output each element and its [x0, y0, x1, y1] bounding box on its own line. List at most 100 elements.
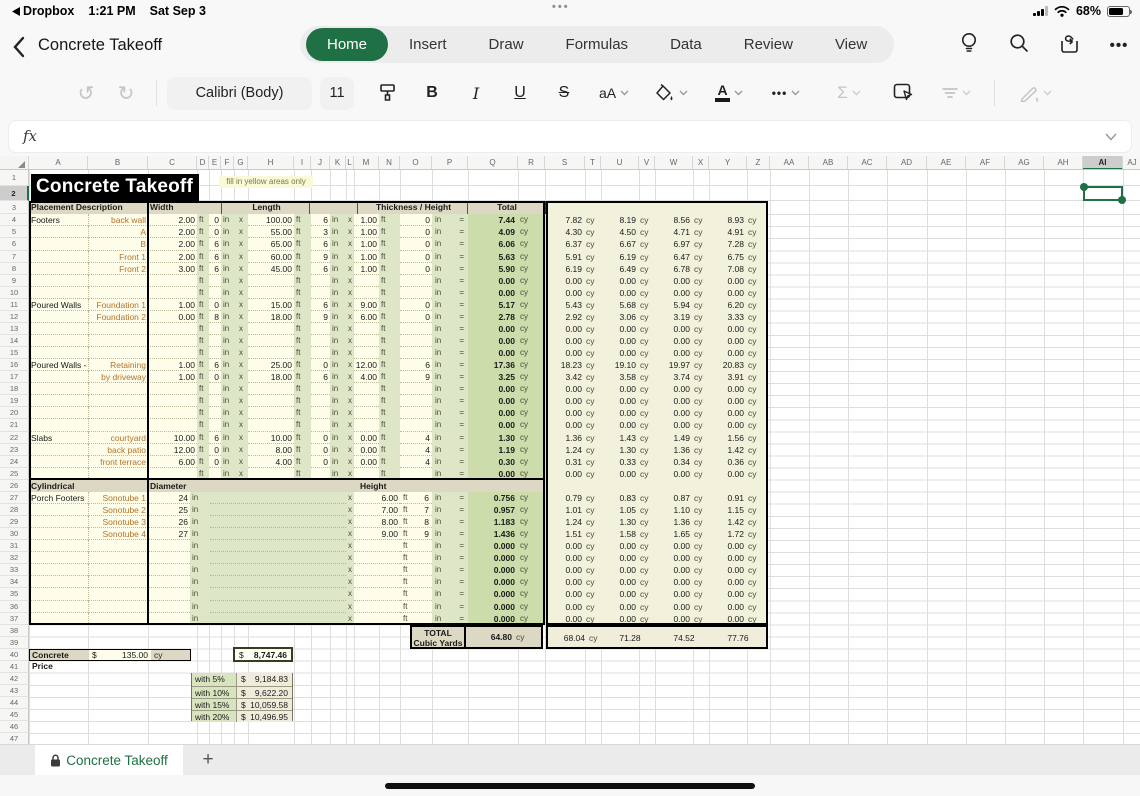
- thickness-in-cell[interactable]: 0: [400, 251, 432, 263]
- cell[interactable]: ft: [294, 263, 311, 275]
- width-ft-cell[interactable]: 2.00: [148, 226, 197, 238]
- length-in-cell[interactable]: 6: [311, 214, 330, 226]
- cell[interactable]: ft: [294, 371, 311, 383]
- total-cell[interactable]: 1.19: [468, 444, 518, 456]
- total-cell[interactable]: 1.30: [468, 432, 518, 444]
- unit-cell[interactable]: cy: [747, 504, 770, 516]
- table-header-cell[interactable]: Cylindrical: [31, 480, 74, 492]
- cell[interactable]: in=: [432, 371, 468, 383]
- row-header-24[interactable]: 24: [0, 456, 29, 468]
- cell[interactable]: ft: [379, 371, 400, 383]
- width-in-cell[interactable]: [209, 395, 221, 407]
- row-header-2[interactable]: 2: [0, 186, 29, 201]
- cell[interactable]: x: [234, 275, 248, 287]
- unit-cell[interactable]: cy: [639, 275, 655, 287]
- price-result-box[interactable]: $8,747.46: [233, 647, 293, 662]
- unit-cell[interactable]: cy: [747, 613, 770, 625]
- with-value-cell[interactable]: 0.00: [709, 347, 747, 359]
- total-cell[interactable]: 5.90: [468, 263, 518, 275]
- sheet-row-21[interactable]: ftinxftinxftin=0.00cy: [29, 419, 545, 431]
- with-total-cell[interactable]: 68.04: [548, 633, 585, 643]
- with-values-row[interactable]: 7.82cy8.19cy8.56cy8.93cy: [545, 214, 770, 226]
- cell[interactable]: in=: [432, 287, 468, 299]
- label-cell[interactable]: back patio: [88, 444, 148, 456]
- with-values-row[interactable]: 1.24cy1.30cy1.36cy1.42cy: [545, 444, 770, 456]
- thickness-ft-cell[interactable]: 1.00: [354, 226, 379, 238]
- cell[interactable]: x: [346, 226, 354, 238]
- unit-cell[interactable]: cy: [747, 576, 770, 588]
- category-cell[interactable]: [29, 311, 88, 323]
- column-header-M[interactable]: M: [354, 156, 379, 170]
- with-value-cell[interactable]: 0.00: [601, 552, 639, 564]
- unit-cell[interactable]: cy: [747, 468, 770, 480]
- unit-cell[interactable]: cy: [585, 323, 601, 335]
- with-value-cell[interactable]: 0.00: [601, 287, 639, 299]
- unit-cell[interactable]: cy: [747, 456, 770, 468]
- category-cell[interactable]: [29, 419, 88, 431]
- unit-cell[interactable]: cy: [639, 576, 655, 588]
- cell[interactable]: in=: [432, 226, 468, 238]
- unit-cell[interactable]: cy: [585, 311, 601, 323]
- italic-button[interactable]: I: [454, 84, 498, 103]
- with-values-row[interactable]: 5.43cy5.68cy5.94cy6.20cy: [545, 299, 770, 311]
- cell[interactable]: in=: [432, 540, 468, 552]
- with-value-cell[interactable]: 0.00: [601, 347, 639, 359]
- empty-strip[interactable]: [210, 528, 346, 540]
- cell[interactable]: x: [234, 226, 248, 238]
- with-value-cell[interactable]: 1.01: [545, 504, 585, 516]
- length-in-cell[interactable]: [311, 287, 330, 299]
- thickness-in-cell[interactable]: 4: [400, 456, 432, 468]
- width-ft-cell[interactable]: [148, 347, 197, 359]
- with-value-cell[interactable]: 0.00: [655, 540, 693, 552]
- category-cell[interactable]: [29, 528, 88, 540]
- category-cell[interactable]: [29, 576, 88, 588]
- unit-cell[interactable]: cy: [693, 540, 709, 552]
- with-value-cell[interactable]: 5.43: [545, 299, 585, 311]
- sheet-row-36[interactable]: inxftin=0.000cy: [29, 601, 545, 613]
- cell[interactable]: in: [221, 311, 234, 323]
- cell[interactable]: ft: [379, 214, 400, 226]
- with-value-cell[interactable]: 0.87: [655, 492, 693, 504]
- label-cell[interactable]: courtyard: [88, 432, 148, 444]
- total-cell[interactable]: 4.09: [468, 226, 518, 238]
- cell[interactable]: x: [346, 238, 354, 250]
- tab-insert[interactable]: Insert: [388, 28, 468, 61]
- with-value-cell[interactable]: 6.20: [709, 299, 747, 311]
- cell[interactable]: ft: [379, 299, 400, 311]
- row-header-5[interactable]: 5: [0, 226, 29, 238]
- table-header-cell[interactable]: Thickness / Height: [358, 201, 468, 214]
- unit-cell[interactable]: cy: [639, 588, 655, 600]
- total-cell[interactable]: 0.000: [468, 576, 518, 588]
- cell[interactable]: ft: [197, 226, 209, 238]
- with-values-row[interactable]: 0.79cy0.83cy0.87cy0.91cy: [545, 492, 770, 504]
- with-value-cell[interactable]: 0.00: [601, 613, 639, 625]
- cell[interactable]: x: [346, 444, 354, 456]
- column-header-S[interactable]: S: [545, 156, 585, 170]
- thickness-ft-cell[interactable]: 9.00: [354, 299, 379, 311]
- cell[interactable]: x: [346, 383, 354, 395]
- column-header-P[interactable]: P: [432, 156, 468, 170]
- diameter-cell[interactable]: 27: [148, 528, 190, 540]
- with-value-cell[interactable]: 0.00: [601, 419, 639, 431]
- unit-cell[interactable]: cy: [585, 275, 601, 287]
- diameter-cell[interactable]: 24: [148, 492, 190, 504]
- width-in-cell[interactable]: 0: [209, 226, 221, 238]
- unit-cell[interactable]: cy: [747, 492, 770, 504]
- row-header-19[interactable]: 19: [0, 395, 29, 407]
- unit-cell[interactable]: cy: [585, 251, 601, 263]
- length-ft-cell[interactable]: [248, 395, 294, 407]
- unit-cell[interactable]: cy: [747, 395, 770, 407]
- cell[interactable]: x: [346, 588, 354, 600]
- category-cell[interactable]: Poured Walls: [29, 299, 88, 311]
- column-header-W[interactable]: W: [655, 156, 693, 170]
- selection-handle[interactable]: [1118, 196, 1126, 204]
- markup-label-cell[interactable]: with 5%: [192, 673, 237, 685]
- cell[interactable]: ft: [379, 347, 400, 359]
- cell[interactable]: in: [330, 214, 346, 226]
- cell[interactable]: in: [221, 444, 234, 456]
- column-header-E[interactable]: E: [209, 156, 221, 170]
- cell[interactable]: ft: [379, 311, 400, 323]
- unit-cell[interactable]: cy: [747, 226, 770, 238]
- height-ft-cell[interactable]: 6.00: [354, 492, 400, 504]
- cell[interactable]: in=: [432, 613, 468, 625]
